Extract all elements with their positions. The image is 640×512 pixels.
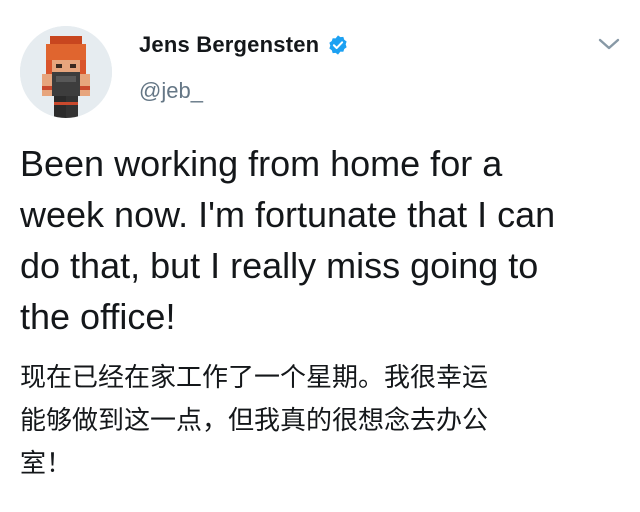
tweet-card: Jens Bergensten @jeb_ Been working from … <box>0 0 640 512</box>
verified-badge-icon <box>327 34 349 56</box>
user-handle[interactable]: @jeb_ <box>139 78 203 104</box>
display-name[interactable]: Jens Bergensten <box>139 32 319 58</box>
avatar[interactable] <box>20 26 112 118</box>
tweet-header: Jens Bergensten @jeb_ <box>0 0 640 130</box>
tweet-text-english: Been working from home for a week now. I… <box>20 143 556 337</box>
author-name-row[interactable]: Jens Bergensten <box>139 30 349 60</box>
minecraft-skin-avatar-icon <box>20 26 112 118</box>
chevron-down-icon[interactable] <box>596 34 622 54</box>
tweet-text-chinese: 现在已经在家工作了一个星期。我很幸运 能够做到这一点，但我真的很想念去办公 室！ <box>20 363 489 479</box>
